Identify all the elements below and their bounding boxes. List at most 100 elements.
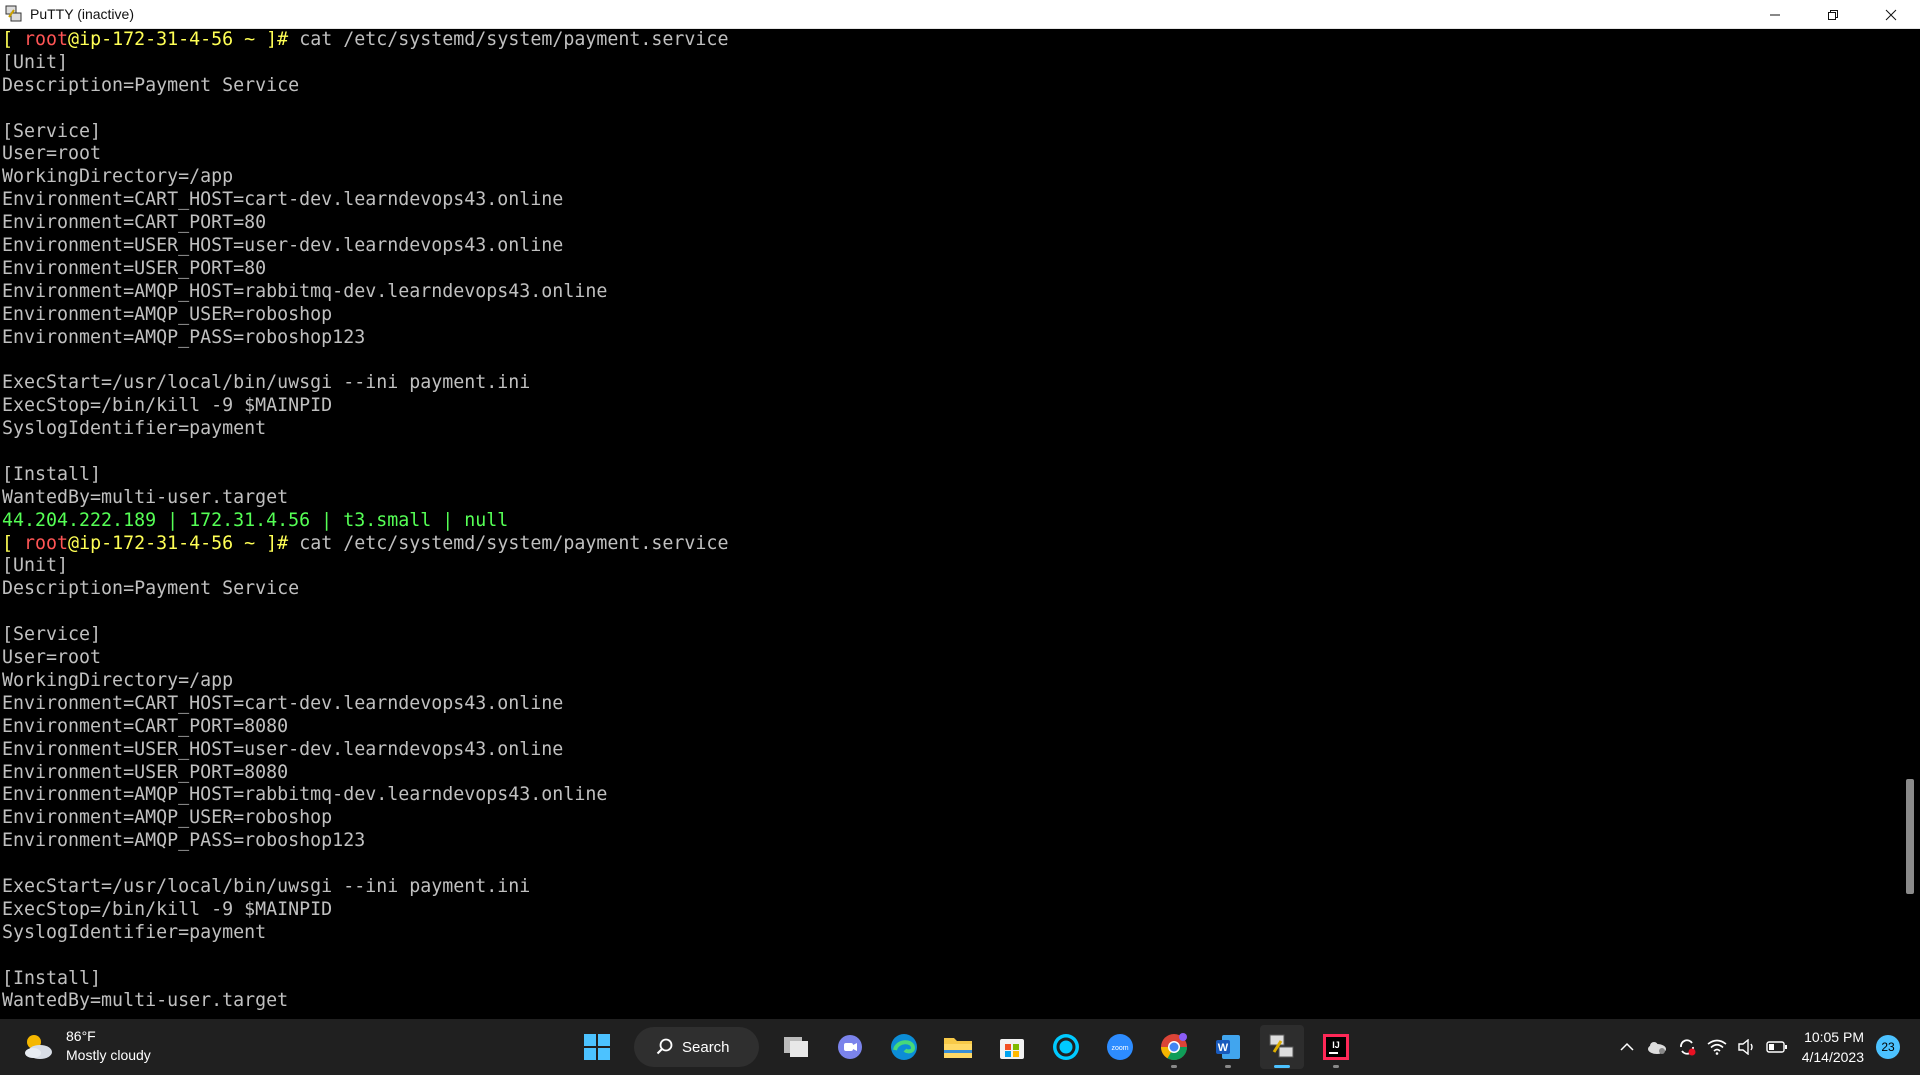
terminal-line: SyslogIdentifier=payment (2, 418, 267, 440)
terminal-line: SyslogIdentifier=payment (2, 921, 267, 943)
scrollbar-thumb[interactable] (1906, 779, 1914, 894)
task-view-icon (784, 1037, 808, 1057)
window-title: PuTTY (inactive) (30, 6, 134, 22)
prompt-at: @ (68, 29, 80, 50)
volume-tray-button[interactable] (1732, 1025, 1762, 1069)
putty-taskbar-button[interactable] (1260, 1025, 1304, 1069)
zoom-button[interactable]: zoom (1098, 1025, 1142, 1069)
running-indicator (1171, 1065, 1177, 1068)
onedrive-tray-button[interactable] (1642, 1025, 1672, 1069)
clock-date: 4/14/2023 (1801, 1049, 1864, 1065)
microsoft-store-button[interactable] (990, 1025, 1034, 1069)
svg-text:zoom: zoom (1111, 1045, 1128, 1052)
terminal-output[interactable]: [ root@ip-172-31-4-56 ~ ]# cat /etc/syst… (0, 29, 1900, 1019)
windows-logo-icon (584, 1034, 610, 1060)
prompt-user: root (24, 29, 69, 50)
terminal-line: [Unit] (2, 51, 69, 73)
intellij-button[interactable]: IJ (1314, 1025, 1358, 1069)
weather-widget[interactable]: 86°F Mostly cloudy (20, 1027, 151, 1065)
search-icon (656, 1038, 673, 1055)
chrome-button[interactable] (1152, 1025, 1196, 1069)
terminal-line: [Install] (2, 463, 102, 485)
putty-icon (4, 4, 24, 24)
terminal-line: [Service] (2, 624, 102, 646)
cloud-icon (1647, 1042, 1666, 1054)
terminal-line: ExecStop=/bin/kill -9 $MAINPID (2, 395, 333, 417)
taskbar: 86°F Mostly cloudy Search zoom W IJ 10:0… (0, 1019, 1920, 1075)
putty-icon (1269, 1034, 1294, 1058)
command-text: cat /etc/systemd/system/payment.service (299, 532, 729, 554)
prompt-line-1: [ root@ip-172-31-4-56 ~ ]# cat /etc/syst… (0, 29, 1900, 52)
terminal-line: User=root (2, 143, 102, 165)
edge-button[interactable] (882, 1025, 926, 1069)
prompt-tail: ~ ]# (233, 532, 300, 554)
terminal-line: Environment=AMQP_HOST=rabbitmq-dev.learn… (2, 784, 608, 806)
terminal-line: WorkingDirectory=/app (2, 166, 234, 188)
terminal-line: Environment=AMQP_PASS=roboshop123 (2, 830, 366, 852)
system-clock[interactable]: 10:05 PM 4/14/2023 (1802, 1027, 1864, 1067)
terminal-line: Description=Payment Service (2, 578, 300, 600)
terminal-line: Environment=USER_HOST=user-dev.learndevo… (2, 235, 564, 257)
window-titlebar[interactable]: PuTTY (inactive) (0, 0, 1920, 29)
terminal-line: WantedBy=multi-user.target (2, 486, 289, 508)
close-icon (1885, 9, 1897, 20)
task-view-button[interactable] (774, 1025, 818, 1069)
terminal-line: [Install] (2, 967, 102, 989)
word-button[interactable]: W (1206, 1025, 1250, 1069)
terminal-line: Environment=CART_HOST=cart-dev.learndevo… (2, 189, 564, 211)
zoom-icon: zoom (1107, 1034, 1133, 1060)
battery-tray-button[interactable] (1762, 1025, 1792, 1069)
minimize-button[interactable] (1746, 0, 1804, 29)
terminal-line: Environment=AMQP_USER=roboshop (2, 807, 333, 829)
terminal-scrollbar[interactable] (1900, 29, 1920, 1019)
status-line: 44.204.222.189 | 172.31.4.56 | t3.small … (2, 509, 509, 531)
terminal-line: Environment=USER_PORT=8080 (2, 761, 289, 783)
terminal-line: Environment=USER_PORT=80 (2, 257, 267, 279)
minimize-icon (1770, 14, 1780, 15)
notification-badge[interactable]: 23 (1876, 1035, 1900, 1059)
prompt-tail: ~ ]# (233, 29, 300, 50)
file-explorer-button[interactable] (936, 1025, 980, 1069)
prompt-bracket: [ (2, 532, 25, 554)
teams-chat-button[interactable] (828, 1025, 872, 1069)
alexa-icon (1053, 1034, 1079, 1060)
weather-desc: Mostly cloudy (66, 1047, 151, 1063)
prompt-user: root (24, 532, 69, 554)
prompt-bracket: [ (2, 29, 25, 50)
show-hidden-icons-button[interactable] (1612, 1025, 1642, 1069)
terminal-line: Environment=CART_PORT=80 (2, 212, 267, 234)
terminal-line: Environment=CART_PORT=8080 (2, 715, 289, 737)
terminal-line: [Unit] (2, 555, 69, 577)
intellij-icon: IJ (1323, 1034, 1349, 1060)
taskbar-search[interactable]: Search (634, 1027, 759, 1067)
active-indicator (1274, 1065, 1290, 1068)
restore-button[interactable] (1804, 0, 1862, 29)
service-file-output-1: [Unit] Description=Payment Service [Servic… (0, 52, 1900, 510)
restore-icon (1828, 9, 1838, 20)
terminal-line: ExecStop=/bin/kill -9 $MAINPID (2, 898, 333, 920)
prompt-at: @ (68, 532, 80, 554)
wifi-tray-button[interactable] (1702, 1025, 1732, 1069)
alexa-button[interactable] (1044, 1025, 1088, 1069)
service-file-output-2: [Unit] Description=Payment Service [Servic… (0, 555, 1900, 1013)
start-button[interactable] (575, 1025, 619, 1069)
speaker-icon (1738, 1039, 1753, 1055)
edge-icon (891, 1034, 917, 1060)
terminal-line: Environment=AMQP_PASS=roboshop123 (2, 326, 366, 348)
terminal-line: ExecStart=/usr/local/bin/uwsgi --ini pay… (2, 875, 531, 897)
terminal-line: WorkingDirectory=/app (2, 669, 234, 691)
sync-tray-button[interactable] (1672, 1025, 1702, 1069)
svg-text:IJ: IJ (1332, 1040, 1340, 1050)
terminal-line: Description=Payment Service (2, 74, 300, 96)
clock-time: 10:05 PM (1804, 1029, 1864, 1045)
terminal-line: Environment=CART_HOST=cart-dev.learndevo… (2, 692, 564, 714)
chrome-icon (1160, 1033, 1188, 1061)
close-button[interactable] (1862, 0, 1920, 29)
wifi-icon (1707, 1039, 1727, 1055)
weather-temp: 86°F (66, 1028, 96, 1044)
prompt-host: ip-172-31-4-56 (79, 29, 234, 50)
search-label: Search (682, 1038, 730, 1056)
